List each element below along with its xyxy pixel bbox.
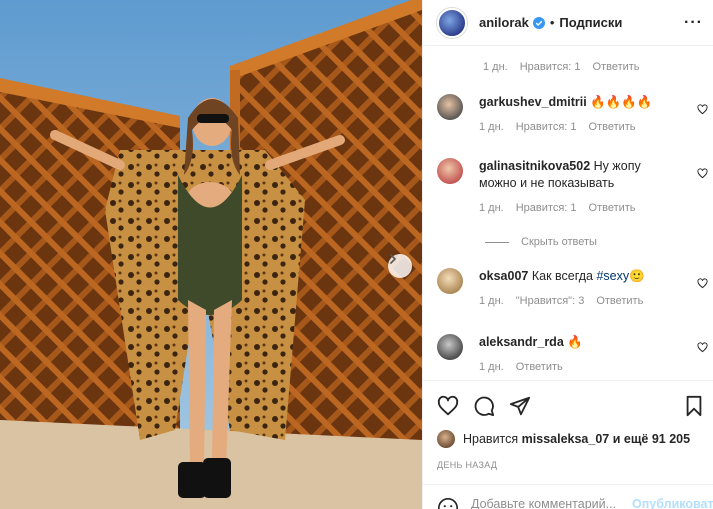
header-separator: • <box>549 15 555 30</box>
comment-meta: 1 дн. Нравится: 1 Ответить <box>483 59 683 76</box>
commenter-avatar[interactable] <box>437 94 463 120</box>
comment-likes-count[interactable]: "Нравится": 3 <box>516 293 585 310</box>
smiley-icon <box>438 498 458 509</box>
comment-input[interactable] <box>471 497 632 509</box>
like-comment-heart-icon[interactable] <box>697 104 708 115</box>
post-photo-illustration <box>0 0 422 509</box>
comment-meta: 1 дн. "Нравится": 3 Ответить <box>479 293 679 310</box>
author-username[interactable]: anilorak <box>479 15 529 30</box>
reply-button[interactable]: Ответить <box>589 200 636 217</box>
emoji-picker-button[interactable] <box>437 497 459 509</box>
reply-button[interactable]: Ответить <box>593 59 640 76</box>
post-date[interactable]: ДЕНЬ НАЗАД <box>437 460 497 470</box>
post-photo[interactable] <box>0 0 422 509</box>
publish-button[interactable]: Опубликовать <box>632 497 713 509</box>
comment-likes-count[interactable]: Нравится: 1 <box>516 200 577 217</box>
verified-badge-icon <box>532 16 545 29</box>
comment-text: 🔥🔥🔥🔥 <box>590 95 653 109</box>
reply-button[interactable]: Ответить <box>596 293 643 310</box>
reply-button[interactable]: Ответить <box>589 119 636 136</box>
post-header: anilorak • Подписки ··· <box>423 0 713 46</box>
next-photo-button[interactable] <box>388 254 412 278</box>
bookmark-icon <box>686 395 702 416</box>
comment-age: 1 дн. <box>479 295 504 307</box>
comment-meta: 1 дн. Ответить <box>479 359 679 376</box>
likes-summary: Нравится missaleksa_07 и ещё 91 205 <box>437 430 707 448</box>
like-comment-heart-icon[interactable] <box>697 278 708 289</box>
post-side-panel: anilorak • Подписки ··· 1 дн. Нравится: … <box>422 0 713 509</box>
like-comment-heart-icon[interactable] <box>697 342 708 353</box>
post-actions-bar <box>423 380 713 430</box>
save-button[interactable] <box>684 395 704 417</box>
comment-username[interactable]: oksa007 <box>479 269 528 283</box>
add-comment-bar: Опубликовать <box>423 484 713 509</box>
likes-others-link[interactable]: и ещё 91 205 <box>613 432 690 446</box>
comment-username[interactable]: garkushev_dmitrii <box>479 95 587 109</box>
share-button[interactable] <box>509 395 531 417</box>
more-options-button[interactable]: ··· <box>684 14 703 32</box>
liker-avatar[interactable] <box>437 430 455 448</box>
comment-text: 🔥 <box>567 335 583 349</box>
like-comment-heart-icon[interactable] <box>697 168 708 179</box>
comment-text: Как всегда <box>531 269 597 283</box>
comment-emoji: 🙂 <box>629 269 645 283</box>
comment-meta: 1 дн. Нравится: 1 Ответить <box>479 200 679 217</box>
comment-username[interactable]: galinasitnikova502 <box>479 159 590 173</box>
heart-icon <box>437 395 459 415</box>
chevron-right-icon <box>390 254 397 264</box>
liker-username[interactable]: missaleksa_07 <box>522 432 610 446</box>
comments-list[interactable]: 1 дн. Нравится: 1 Ответить garkushev_dmi… <box>423 46 713 380</box>
comment-age: 1 дн. <box>479 202 504 214</box>
comment-meta: 1 дн. Нравится: 1 Ответить <box>479 119 679 136</box>
comment-item: 1 дн. Нравится: 1 Ответить <box>437 59 713 76</box>
commenter-avatar[interactable] <box>437 268 463 294</box>
comment-item: oksa007 Как всегда #sexy🙂 1 дн. "Нравитс… <box>437 268 713 310</box>
divider-line <box>485 241 509 243</box>
hashtag-link[interactable]: #sexy <box>596 269 629 283</box>
comment-username[interactable]: aleksandr_rda <box>479 335 564 349</box>
commenter-avatar[interactable] <box>437 334 463 360</box>
commenter-avatar[interactable] <box>437 158 463 184</box>
likes-prefix: Нравится <box>463 432 519 446</box>
comment-bubble-icon <box>474 396 495 416</box>
comment-age: 1 дн. <box>479 121 504 133</box>
comment-likes-count[interactable]: Нравится: 1 <box>520 59 581 76</box>
paper-plane-icon <box>509 396 531 415</box>
comment-likes-count[interactable]: Нравится: 1 <box>516 119 577 136</box>
reply-button[interactable]: Ответить <box>516 359 563 376</box>
like-button[interactable] <box>437 395 459 417</box>
comment-item: galinasitnikova502 Ну жопу можно и не по… <box>437 158 713 217</box>
author-avatar[interactable] <box>437 7 467 38</box>
hide-replies-button[interactable]: Скрыть ответы <box>485 236 597 248</box>
comment-item: aleksandr_rda 🔥 1 дн. Ответить <box>437 334 713 376</box>
comment-button[interactable] <box>473 395 495 417</box>
following-button[interactable]: Подписки <box>559 15 622 30</box>
comment-age: 1 дн. <box>483 61 508 73</box>
comment-age: 1 дн. <box>479 361 504 373</box>
comment-item: garkushev_dmitrii 🔥🔥🔥🔥 1 дн. Нравится: 1… <box>437 94 713 136</box>
hide-replies-label: Скрыть ответы <box>521 236 597 248</box>
